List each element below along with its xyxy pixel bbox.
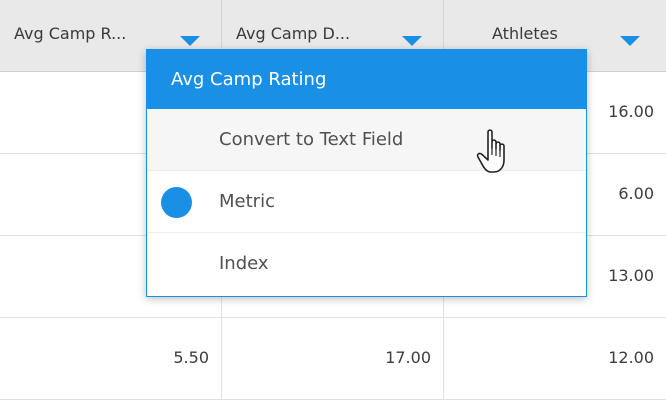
table-cell[interactable]: 5.50 [0, 318, 222, 400]
cell-value: 6.00 [618, 184, 654, 203]
column-header-label: Avg Camp R... [14, 24, 127, 43]
cell-value: 13.00 [608, 266, 654, 285]
menu-item-convert-to-text-field[interactable]: Convert to Text Field [147, 109, 586, 171]
table-row[interactable]: 5.50 17.00 12.00 [0, 318, 666, 400]
column-menu-triangle-down-icon[interactable] [620, 36, 640, 46]
cell-value: 16.00 [608, 102, 654, 121]
column-menu-triangle-down-icon[interactable] [180, 36, 200, 46]
selected-filled-circle-icon [161, 187, 192, 218]
column-header-label: Avg Camp D... [236, 24, 351, 43]
menu-item-label: Index [219, 253, 269, 274]
menu-item-label: Metric [219, 191, 275, 212]
table-cell[interactable]: 12.00 [444, 318, 666, 400]
table-cell[interactable]: 17.00 [222, 318, 444, 400]
column-options-menu: Avg Camp Rating Convert to Text Field Me… [146, 49, 587, 297]
cell-value: 5.50 [173, 348, 209, 367]
hand-pointer-icon [476, 129, 505, 173]
column-menu-triangle-down-icon[interactable] [402, 36, 422, 46]
menu-item-index[interactable]: Index [147, 233, 586, 295]
menu-title: Avg Camp Rating [147, 50, 586, 109]
cell-value: 17.00 [385, 348, 431, 367]
menu-item-label: Convert to Text Field [219, 129, 404, 150]
cell-value: 12.00 [608, 348, 654, 367]
column-header-label: Athletes [492, 24, 558, 43]
menu-item-metric[interactable]: Metric [147, 171, 586, 233]
